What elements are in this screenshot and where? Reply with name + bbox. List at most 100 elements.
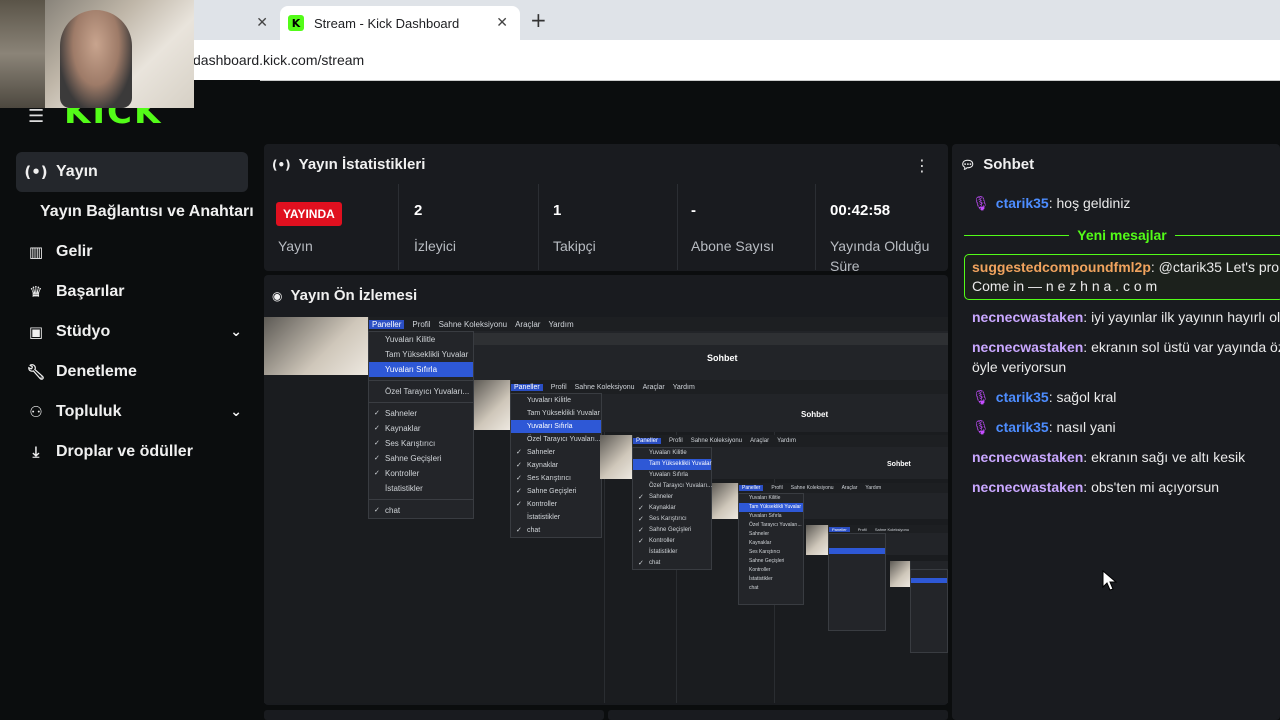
dropdown-item: Yuvaları Kilitle (749, 495, 781, 501)
dropdown-item: Yuvaları Sıfırla (649, 472, 689, 478)
community-icon: ⚇ (29, 403, 43, 421)
stat-label: Takipçi (553, 238, 596, 254)
divider (369, 380, 473, 381)
menu-araclar: Araçlar (642, 383, 665, 391)
dropdown-check-item: Ses Karıştırıcı (369, 436, 473, 451)
sidebar-item-stream-key[interactable]: Yayın Bağlantısı ve Anahtarı (40, 203, 254, 221)
sidebar-item-droplar[interactable]: ⤓ Droplar ve ödüller (16, 432, 248, 472)
dropdown-item-selected: Yuvaları Sıfırla (369, 362, 473, 377)
dropdown-item-selected: Tam Yükseklikli Yuvalar (633, 459, 711, 470)
dropdown-check-item: Sahneler (749, 531, 770, 537)
chat-panel: 💬︎ Sohbet 🎙︎ ctarik35: hoş geldiniz Yeni … (952, 144, 1280, 720)
stat-uptime: 00:42:58 Yayında Olduğu Süre (816, 184, 948, 274)
dropdown-check-item: İstatistikler (749, 576, 773, 582)
stream-preview-video[interactable]: Paneller Profil Sahne Koleksiyonu Araçla… (264, 317, 948, 703)
menu-sahne-koleksiyonu: Sahne Koleksiyonu (574, 383, 635, 391)
browser-tab-previous[interactable]: ✕ (180, 6, 280, 40)
menu-araclar: Araçlar (841, 485, 858, 491)
chat-bubble-icon: 💬︎ (960, 157, 976, 172)
bottom-panel-right (608, 710, 948, 720)
sidebar-item-basarilar[interactable]: ♛ Başarılar (16, 272, 248, 312)
chat-username[interactable]: necnecwastaken (972, 479, 1083, 495)
chat-message: necnecwastaken: ekranın sol üstü var yay… (972, 337, 1280, 357)
dock-title: Sohbet (707, 353, 738, 363)
browser-tab-active[interactable]: K Stream - Kick Dashboard ✕ (280, 6, 520, 40)
sidebar-item-label: Denetleme (56, 363, 137, 380)
webcam-thumbnail (264, 317, 368, 375)
stream-preview-panel: ◉ Yayın Ön İzlemesi Paneller Profil Sahn… (264, 275, 948, 705)
broadcast-icon: (•) (272, 157, 291, 172)
menu-sahne-koleksiyonu: Sahne Koleksiyonu (874, 526, 910, 532)
menu-yardim: Yardım (672, 383, 695, 391)
new-messages-divider: Yeni mesajlar (964, 226, 1280, 244)
sidebar-item-denetleme[interactable]: 🔧︎ Denetleme (16, 352, 248, 392)
sidebar-item-yayin[interactable]: (•) Yayın (16, 152, 248, 192)
chevron-down-icon[interactable]: ⌄ (230, 324, 242, 340)
chat-title-text: Sohbet (983, 156, 1035, 173)
chat-username[interactable]: ctarik35 (996, 419, 1049, 435)
menu-paneller: Paneller (633, 438, 662, 444)
hamburger-menu-icon[interactable]: ☰ (28, 106, 44, 127)
chart-icon: ▥ (28, 243, 44, 261)
menu-paneller: Paneller (369, 319, 405, 329)
chat-text: : sağol kral (1048, 389, 1117, 405)
menu-araclar: Araçlar (515, 319, 541, 329)
new-tab-button[interactable]: + (530, 8, 547, 32)
sidebar-item-studyo[interactable]: ▣ Stüdyo ⌄ (16, 312, 248, 352)
stat-value: 1 (553, 202, 562, 219)
dropdown-item: Yuvaları Kilitle (385, 335, 436, 344)
preview-title-text: Yayın Ön İzlemesi (290, 287, 418, 304)
obs-menubar: Paneller Profil Sahne Koleksiyonu Araçla… (633, 435, 948, 447)
webcam-background (0, 0, 45, 108)
dropdown-check-item: İstatistikler (385, 484, 423, 493)
drops-icon: ⤓ (32, 443, 40, 461)
stats-panel-title: (•) Yayın İstatistikleri (272, 156, 425, 173)
dropdown-check-item: Kontroller (369, 466, 473, 481)
dropdown-check-item: chat (369, 503, 473, 518)
dropdown-item-selected: Yuvaları Sıfırla (511, 420, 601, 433)
chat-username[interactable]: suggestedcompoundfml2p (972, 259, 1151, 275)
stats-title-text: Yayın İstatistikleri (298, 156, 426, 173)
dropdown-check-item: Sahneler (633, 492, 711, 503)
dock-header (473, 333, 948, 345)
menu-sahne-koleksiyonu: Sahne Koleksiyonu (790, 485, 834, 491)
close-tab-icon[interactable]: ✕ (496, 15, 508, 31)
dropdown-check-item: Kaynaklar (749, 540, 772, 546)
chat-username[interactable]: necnecwastaken (972, 339, 1083, 355)
obs-menubar: Paneller Profil Sahne Koleksiyonu (829, 525, 948, 533)
chat-username[interactable]: ctarik35 (996, 195, 1049, 211)
chat-message: necnecwastaken: iyi yayınlar ilk yayının… (972, 307, 1280, 327)
divider (369, 402, 473, 403)
broadcast-icon: (•) (24, 163, 48, 181)
more-options-icon[interactable]: ⋮ (914, 156, 930, 175)
menu-sahne-koleksiyonu: Sahne Koleksiyonu (438, 319, 508, 329)
chevron-down-icon[interactable]: ⌄ (230, 404, 242, 420)
microphone-icon: 🎙︎ (972, 390, 990, 406)
menu-profil: Profil (669, 438, 683, 444)
dropdown-item-selected: Tam Yükseklikli Yuvalar (739, 503, 803, 512)
dock-title: Sohbet (801, 410, 829, 419)
menu-sahne-koleksiyonu: Sahne Koleksiyonu (690, 438, 743, 444)
preview-panel-title: ◉ Yayın Ön İzlemesi (272, 287, 417, 304)
chat-panel-title: 💬︎ Sohbet (960, 156, 1034, 173)
dock-title: Sohbet (887, 461, 911, 468)
webcam-thumbnail (890, 561, 910, 587)
sidebar-item-topluluk[interactable]: ⚇ Topluluk ⌄ (16, 392, 248, 432)
dropdown-check-item: Kontroller (633, 536, 711, 547)
menu-paneller: Paneller (829, 526, 850, 532)
menu-yardim: Yardım (865, 485, 882, 491)
close-tab-icon[interactable]: ✕ (256, 15, 268, 31)
preview-icon: ◉ (272, 288, 283, 303)
chat-username[interactable]: necnecwastaken (972, 449, 1083, 465)
dropdown-item: Özel Tarayıcı Yuvaları... (749, 522, 802, 528)
chat-username[interactable]: ctarik35 (996, 389, 1049, 405)
chat-text: : ekranın sol üstü var yayında öze (1083, 339, 1280, 355)
dropdown-check-item: Ses Karıştırıcı (633, 514, 711, 525)
menu-profil: Profil (771, 485, 783, 491)
obs-menubar: Paneller Profil Sahne Koleksiyonu Araçla… (369, 317, 948, 331)
url-text[interactable]: dashboard.kick.com/stream (193, 52, 364, 68)
sidebar-item-gelir[interactable]: ▥ Gelir (16, 232, 248, 272)
chat-username[interactable]: necnecwastaken (972, 309, 1083, 325)
kick-favicon-icon: K (288, 15, 304, 31)
dropdown-check-item: Kontroller (511, 498, 601, 511)
